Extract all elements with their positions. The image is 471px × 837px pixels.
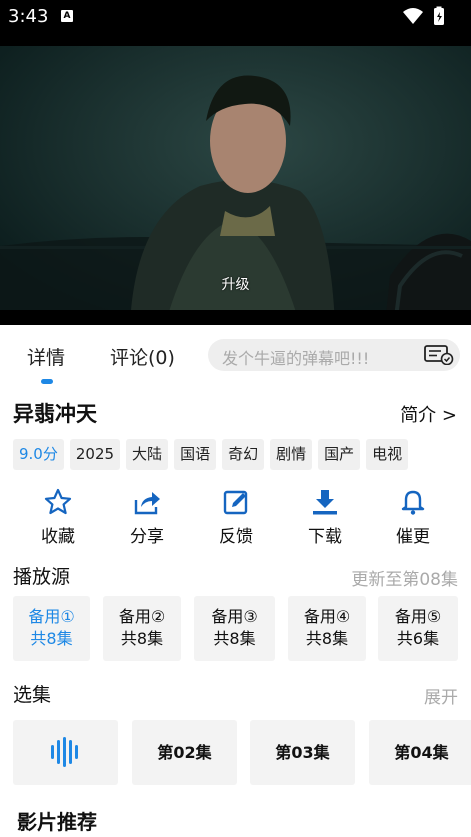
video-player[interactable]: 升级 <box>0 46 471 325</box>
sources-update-info: 更新至第08集 <box>351 570 458 590</box>
tag-genre-fantasy: 奇幻 <box>222 439 265 470</box>
intro-link[interactable]: 简介 > <box>400 401 457 427</box>
edit-icon <box>223 490 248 515</box>
status-time: 3:43 <box>8 6 49 27</box>
tab-detail[interactable]: 详情 <box>27 343 65 370</box>
star-icon <box>44 488 72 515</box>
tag-type: 电视 <box>366 439 409 470</box>
source-name: 备用③ <box>211 607 258 626</box>
a-icon: A <box>61 10 73 22</box>
source-count: 共8集 <box>213 629 256 648</box>
episodes-expand[interactable]: 展开 <box>424 683 458 708</box>
share-icon <box>134 492 160 515</box>
share-button[interactable]: 分享 <box>102 488 192 547</box>
urge-update-button[interactable]: 催更 <box>368 488 458 547</box>
tag-score: 9.0分 <box>13 439 64 470</box>
source-count: 共8集 <box>120 629 164 648</box>
tag-origin: 国产 <box>318 439 361 470</box>
action-bar: 收藏 分享 反馈 下载 催更 <box>13 488 458 548</box>
feedback-label: 反馈 <box>219 527 253 547</box>
source-name: 备用⑤ <box>394 607 442 626</box>
source-name: 备用① <box>28 607 75 626</box>
video-controls-bar <box>0 310 471 325</box>
download-button[interactable]: 下载 <box>280 488 370 547</box>
tab-comments[interactable]: 评论(0) <box>110 343 175 370</box>
source-item-2[interactable]: 备用② 共8集 <box>103 596 181 661</box>
episodes-title: 选集 <box>13 684 52 706</box>
episode-item[interactable]: 第03集 <box>250 720 355 785</box>
source-item-1[interactable]: 备用① 共8集 <box>13 596 90 661</box>
status-bar: 3:43 A <box>0 0 471 46</box>
tab-bar: 详情 评论(0) 发个牛逼的弹幕吧!!! <box>0 325 471 385</box>
source-item-3[interactable]: 备用③ 共8集 <box>194 596 275 661</box>
source-count: 共6集 <box>396 629 440 648</box>
download-label: 下载 <box>308 527 342 547</box>
download-icon <box>313 490 337 515</box>
tag-region: 大陆 <box>126 439 169 470</box>
wifi-icon <box>403 8 423 24</box>
source-count: 共8集 <box>305 629 349 648</box>
source-count: 共8集 <box>30 629 73 648</box>
episode-playing[interactable] <box>13 720 118 785</box>
tag-list: 9.0分 2025 大陆 国语 奇幻 剧情 国产 电视 <box>13 439 409 470</box>
danmu-input[interactable]: 发个牛逼的弹幕吧!!! <box>208 339 460 371</box>
episode-item[interactable]: 第04集 <box>369 720 471 785</box>
share-label: 分享 <box>130 527 164 547</box>
tag-year: 2025 <box>69 439 121 470</box>
favorite-button[interactable]: 收藏 <box>13 488 103 547</box>
show-title: 异翡冲天 <box>13 402 97 426</box>
tag-language: 国语 <box>174 439 217 470</box>
source-item-4[interactable]: 备用④ 共8集 <box>288 596 366 661</box>
urge-update-label: 催更 <box>396 527 430 547</box>
status-icons <box>403 6 444 25</box>
sources-title: 播放源 <box>13 566 71 588</box>
feedback-button[interactable]: 反馈 <box>191 488 281 547</box>
source-item-5[interactable]: 备用⑤ 共6集 <box>378 596 458 661</box>
favorite-label: 收藏 <box>41 527 75 547</box>
tab-active-indicator <box>41 379 53 384</box>
danmu-placeholder: 发个牛逼的弹幕吧!!! <box>222 349 370 368</box>
danmu-settings-icon[interactable] <box>424 345 454 365</box>
tag-genre-drama: 剧情 <box>270 439 313 470</box>
video-subtitle: 升级 <box>221 277 250 293</box>
source-name: 备用④ <box>303 607 351 626</box>
source-name: 备用② <box>118 607 166 626</box>
recommend-title: 影片推荐 <box>17 810 97 834</box>
playing-icon <box>50 737 78 767</box>
bell-icon <box>401 490 425 515</box>
episode-item[interactable]: 第02集 <box>132 720 237 785</box>
